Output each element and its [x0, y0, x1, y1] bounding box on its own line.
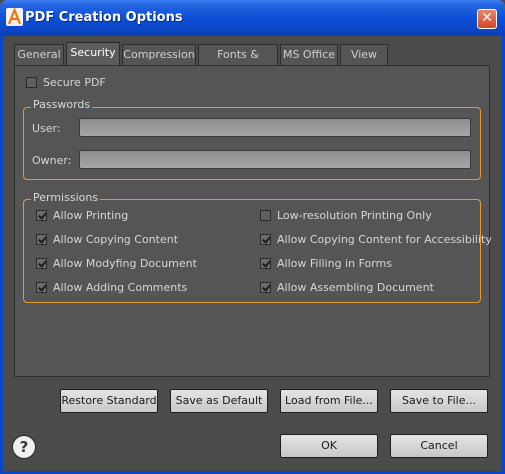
secure-pdf-checkbox[interactable]: [26, 77, 37, 88]
restore-standard-button[interactable]: Restore Standard: [60, 389, 158, 413]
allow-modifying-document-label: Allow Modyfing Document: [53, 257, 197, 270]
help-icon[interactable]: ?: [13, 436, 35, 458]
title-bar[interactable]: PDF Creation Options ✕: [0, 0, 505, 36]
close-icon: ✕: [481, 10, 493, 26]
save-to-file-button[interactable]: Save to File...: [390, 389, 488, 413]
allow-adding-comments-label: Allow Adding Comments: [53, 281, 188, 294]
allow-copying-content-label: Allow Copying Content: [53, 233, 179, 246]
tab-ms-office[interactable]: MS Office: [280, 44, 338, 65]
tab-compression[interactable]: Compression: [122, 44, 196, 65]
allow-copying-accessibility-label: Allow Copying Content for Accessibility: [277, 233, 492, 246]
allow-filling-forms-checkbox[interactable]: [260, 258, 271, 269]
allow-printing-label: Allow Printing: [53, 209, 129, 222]
ok-button[interactable]: OK: [280, 434, 378, 458]
allow-assembling-document-label: Allow Assembling Document: [277, 281, 434, 294]
allow-copying-content-checkbox[interactable]: [36, 234, 47, 245]
tab-view[interactable]: View: [340, 44, 388, 65]
owner-password-field[interactable]: [79, 150, 471, 169]
secure-pdf-label: Secure PDF: [43, 76, 106, 89]
cancel-button[interactable]: Cancel: [390, 434, 488, 458]
close-button[interactable]: ✕: [477, 9, 497, 29]
allow-printing-checkbox[interactable]: [36, 210, 47, 221]
user-label: User:: [32, 122, 61, 135]
passwords-group-title: Passwords: [31, 98, 93, 111]
allow-copying-accessibility-checkbox[interactable]: [260, 234, 271, 245]
user-password-field[interactable]: [79, 118, 471, 137]
allow-modifying-document-checkbox[interactable]: [36, 258, 47, 269]
load-from-file-button[interactable]: Load from File...: [280, 389, 378, 413]
acrobat-icon: [6, 6, 23, 26]
pdf-creation-options-dialog: PDF Creation Options ✕ General Security …: [0, 0, 505, 474]
allow-adding-comments-checkbox[interactable]: [36, 282, 47, 293]
security-panel: Secure PDF Passwords User: Owner: Permis…: [14, 65, 492, 377]
permissions-group-title: Permissions: [31, 191, 101, 204]
tab-general[interactable]: General: [14, 44, 64, 65]
allow-filling-forms-label: Allow Filling in Forms: [277, 257, 393, 270]
window-border-left: [0, 36, 3, 474]
allow-assembling-document-checkbox[interactable]: [260, 282, 271, 293]
tab-security[interactable]: Security: [66, 42, 120, 66]
window-title: PDF Creation Options: [25, 10, 183, 25]
save-as-default-button[interactable]: Save as Default: [170, 389, 268, 413]
owner-label: Owner:: [32, 154, 72, 167]
low-resolution-printing-checkbox[interactable]: [260, 210, 271, 221]
tab-fonts-colors[interactable]: Fonts & Colors: [198, 44, 278, 81]
low-resolution-printing-label: Low-resolution Printing Only: [277, 209, 432, 222]
